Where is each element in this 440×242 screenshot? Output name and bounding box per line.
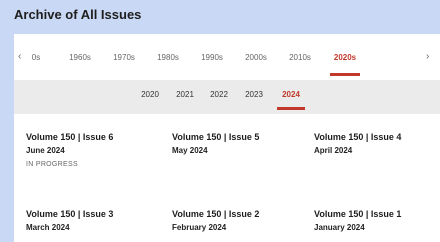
issue-date: May 2024	[172, 146, 208, 155]
issue-title[interactable]: Volume 150 | Issue 6	[26, 132, 113, 142]
chevron-right-icon[interactable]: ›	[426, 51, 429, 62]
decade-tab-0s[interactable]: 0s	[32, 53, 40, 62]
year-tab-2022[interactable]: 2022	[210, 90, 228, 99]
year-tab-2023[interactable]: 2023	[245, 90, 263, 99]
year-tab-2021[interactable]: 2021	[176, 90, 194, 99]
archive-panel: ‹ 0s 1960s 1970s 1980s 1990s 2000s 2010s…	[14, 34, 440, 242]
issue-title[interactable]: Volume 150 | Issue 3	[26, 209, 113, 219]
issue-date: March 2024	[26, 223, 70, 232]
issue-title[interactable]: Volume 150 | Issue 2	[172, 209, 259, 219]
issue-title[interactable]: Volume 150 | Issue 5	[172, 132, 259, 142]
decade-tab-1980s[interactable]: 1980s	[157, 53, 179, 62]
decade-tab-1990s[interactable]: 1990s	[201, 53, 223, 62]
issue-date: April 2024	[314, 146, 353, 155]
page-title: Archive of All Issues	[14, 7, 142, 22]
issue-date: January 2024	[314, 223, 365, 232]
issue-title[interactable]: Volume 150 | Issue 1	[314, 209, 401, 219]
decade-tab-1970s[interactable]: 1970s	[113, 53, 135, 62]
year-tab-2020[interactable]: 2020	[141, 90, 159, 99]
decade-selector: ‹ 0s 1960s 1970s 1980s 1990s 2000s 2010s…	[14, 34, 440, 78]
decade-tab-2000s[interactable]: 2000s	[245, 53, 267, 62]
decade-selected-indicator	[330, 73, 360, 76]
status-badge: IN PROGRESS	[26, 161, 78, 168]
year-selected-indicator	[277, 107, 305, 110]
issue-title[interactable]: Volume 150 | Issue 4	[314, 132, 401, 142]
year-tab-2024[interactable]: 2024	[282, 90, 300, 99]
issue-date: June 2024	[26, 146, 65, 155]
chevron-left-icon[interactable]: ‹	[18, 51, 21, 62]
decade-tab-2010s[interactable]: 2010s	[289, 53, 311, 62]
issue-date: February 2024	[172, 223, 227, 232]
decade-tab-1960s[interactable]: 1960s	[69, 53, 91, 62]
decade-tab-2020s[interactable]: 2020s	[334, 53, 356, 62]
year-selector: 2020 2021 2022 2023 2024	[14, 80, 440, 114]
